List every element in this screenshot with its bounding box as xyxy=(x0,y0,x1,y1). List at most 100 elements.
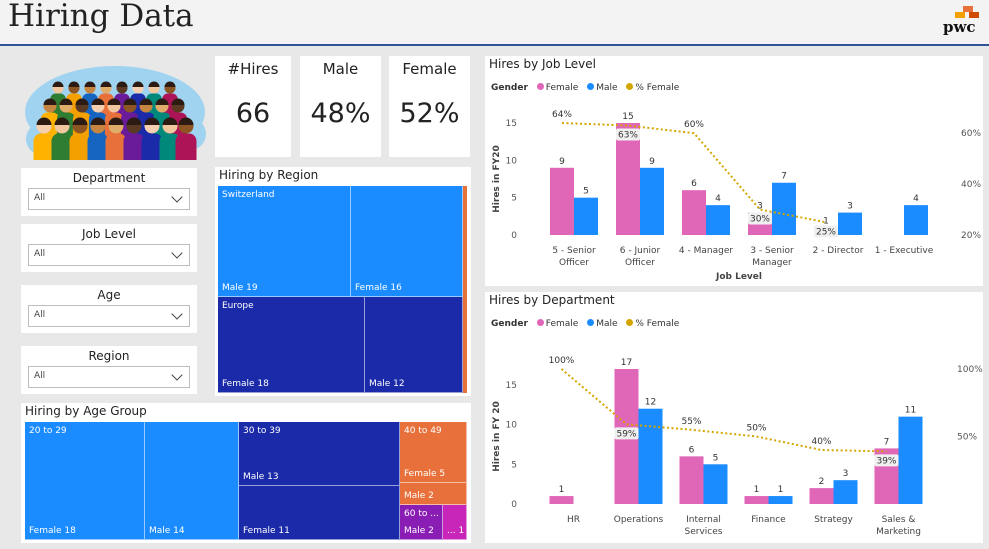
bar-male[interactable] xyxy=(638,408,663,504)
chevron-down-icon xyxy=(171,247,183,259)
job-level-dropdown[interactable]: All xyxy=(28,244,190,266)
bar-female[interactable] xyxy=(679,456,704,504)
data-label-female: 1 xyxy=(559,485,565,495)
data-label-male: 3 xyxy=(847,202,853,212)
age-dropdown[interactable]: All xyxy=(28,305,190,327)
bar-male[interactable] xyxy=(904,205,928,235)
bar-male[interactable] xyxy=(640,167,664,235)
tile-label: Female 18 xyxy=(222,379,269,389)
tile-label: Male 19 xyxy=(222,283,258,293)
bar-male[interactable] xyxy=(772,182,796,235)
treemap-tile-europe-male[interactable]: Male 12 xyxy=(365,297,463,393)
data-label-male: 4 xyxy=(715,194,721,204)
treemap-tile-40-49-male[interactable]: Male 2 xyxy=(400,483,467,505)
kpi-label: Male xyxy=(322,60,359,78)
pct-female-label: 63% xyxy=(618,131,638,141)
treemap-tile-30-39-male[interactable]: 30 to 39 Male 13 xyxy=(239,422,400,486)
treemap-tile-switzerland-female[interactable]: Female 16 xyxy=(351,186,463,297)
kpi-label: #Hires xyxy=(227,60,279,78)
pct-female-line[interactable] xyxy=(560,368,887,453)
slicer-label: Department xyxy=(72,171,146,185)
y2-tick-label: 20% xyxy=(961,231,981,241)
data-label-female: 1 xyxy=(754,485,760,495)
x-tick-label: Internal xyxy=(686,515,721,525)
treemap-tile-switzerland-male[interactable]: Switzerland Male 19 xyxy=(218,186,351,297)
pwc-logo: pwc xyxy=(943,6,979,38)
pct-female-label: 39% xyxy=(876,456,896,466)
bar-female[interactable] xyxy=(682,190,706,235)
treemap-tile-europe-female[interactable]: Europe Female 18 xyxy=(218,297,365,393)
bar-female[interactable] xyxy=(744,496,769,504)
header-bar: Hiring Data pwc xyxy=(0,0,989,46)
y-axis-label: Hires in FY 20 xyxy=(492,401,502,472)
treemap-tile-60-male[interactable]: 60 to ... Male 2 xyxy=(400,505,443,540)
logo-text: pwc xyxy=(943,18,976,36)
bar-male[interactable] xyxy=(838,212,862,235)
data-label-female: 15 xyxy=(622,112,633,122)
bar-female[interactable] xyxy=(809,488,834,504)
bar-male[interactable] xyxy=(574,197,598,235)
pct-female-label: 100% xyxy=(549,356,575,366)
data-label-male: 5 xyxy=(713,453,719,463)
data-label-male: 7 xyxy=(781,172,787,182)
tile-label: Male 13 xyxy=(243,472,279,482)
bar-male[interactable] xyxy=(706,205,730,235)
tile-label: Female 18 xyxy=(29,526,76,536)
x-tick-label: Strategy xyxy=(814,515,853,525)
treemap-tile-40-49-female[interactable]: 40 to 49 Female 5 xyxy=(400,422,467,483)
dropdown-value: All xyxy=(34,371,46,381)
x-tick-label: Officer xyxy=(625,258,655,268)
region-dropdown[interactable]: All xyxy=(28,366,190,388)
tile-label: Male 2 xyxy=(404,491,434,501)
y-tick-label: 15 xyxy=(506,119,517,129)
bar-female[interactable] xyxy=(550,167,574,235)
pct-female-label: 50% xyxy=(746,424,766,434)
bar-male[interactable] xyxy=(768,496,793,504)
department-chart: 05101550%100%Hires in FY 201HR1712Operat… xyxy=(492,356,983,537)
slicer-label: Region xyxy=(88,349,130,363)
treemap-tile-20-29-female[interactable]: 20 to 29 Female 18 xyxy=(25,422,145,540)
bar-male[interactable] xyxy=(833,480,858,504)
x-tick-label: Officer xyxy=(559,258,589,268)
data-label-female: 2 xyxy=(819,477,825,487)
bar-female[interactable] xyxy=(549,496,574,504)
chevron-down-icon xyxy=(171,191,183,203)
department-chart-card: Hires by Department Gender Female Male %… xyxy=(485,292,983,543)
person-body-icon xyxy=(69,133,91,174)
bar-male[interactable] xyxy=(898,416,923,504)
slicer-job-level: Job Level All xyxy=(21,224,197,272)
pct-female-label: 60% xyxy=(684,120,704,130)
crowd-icon xyxy=(25,66,206,174)
department-dropdown[interactable]: All xyxy=(28,188,190,210)
bar-male[interactable] xyxy=(703,464,728,504)
tile-group-label: 60 to ... xyxy=(404,509,439,519)
treemap-tile-60-other[interactable]: ... 1 xyxy=(443,505,467,540)
tile-group-label: Switzerland xyxy=(222,190,275,200)
tile-label: Female 16 xyxy=(355,283,402,293)
x-tick-label: 3 - Senior xyxy=(750,246,794,256)
tile-label: Male 2 xyxy=(404,526,434,536)
treemap-tile-20-29-male[interactable]: Male 14 xyxy=(145,422,239,540)
page-title: Hiring Data xyxy=(8,0,194,34)
person-body-icon xyxy=(123,133,145,174)
job-level-chart: 0 5 10 15 20% 40% 60% Hires in FY20 9 5 5 - Senior… xyxy=(492,110,981,282)
slicer-label: Age xyxy=(97,288,121,302)
tile-label: Male 12 xyxy=(369,379,405,389)
x-tick-label: Services xyxy=(685,527,723,537)
treemap-tile-30-39-female[interactable]: Female 11 xyxy=(239,486,400,540)
kpi-card-hires: #Hires 66 xyxy=(215,56,291,157)
visual-title: Hiring by Age Group xyxy=(25,404,147,418)
treemap-tile-other-region[interactable] xyxy=(463,186,467,393)
dropdown-value: All xyxy=(34,249,46,259)
data-label-female: 7 xyxy=(884,437,890,447)
age-treemap-card: Hiring by Age Group 20 to 29 Female 18 M… xyxy=(21,403,471,543)
tile-label: Female 5 xyxy=(404,469,446,479)
region-treemap-card: Hiring by Region Switzerland Male 19 Fem… xyxy=(215,167,471,396)
x-tick-label: 5 - Senior xyxy=(552,246,596,256)
person-body-icon xyxy=(51,133,73,174)
pct-female-label: 55% xyxy=(681,417,701,427)
person-body-icon xyxy=(105,133,127,174)
tile-group-label: 30 to 39 xyxy=(243,426,281,436)
people-illustration xyxy=(20,54,206,174)
kpi-card-male: Male 48% xyxy=(300,56,381,157)
